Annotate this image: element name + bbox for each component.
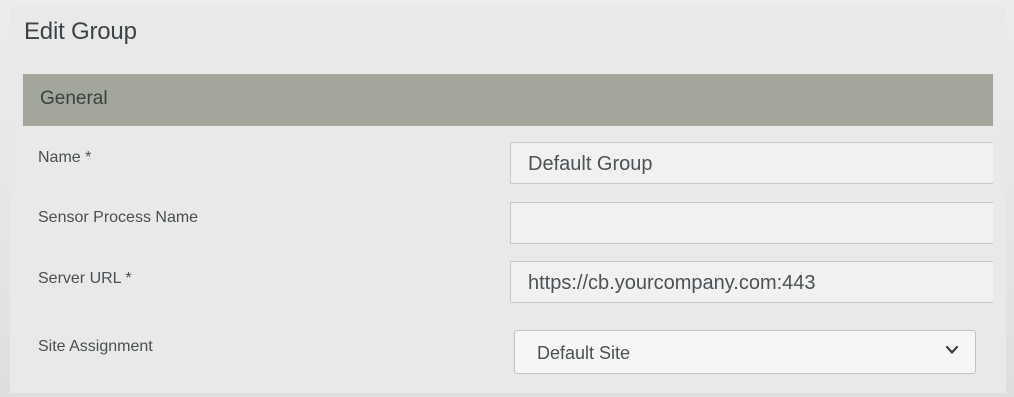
name-field[interactable]: Default Group — [510, 142, 993, 184]
sensor-process-name-field[interactable] — [510, 202, 993, 244]
server-url-label: Server URL * — [38, 270, 132, 287]
section-header-general[interactable]: General — [23, 74, 993, 126]
site-assignment-label: Site Assignment — [38, 338, 153, 355]
name-label: Name * — [38, 149, 92, 166]
section-title: General — [40, 88, 108, 109]
server-url-field[interactable]: https://cb.yourcompany.com:443 — [510, 261, 993, 303]
site-assignment-select[interactable]: Default Site — [514, 330, 976, 374]
page-title: Edit Group — [24, 18, 137, 45]
screen: Edit Group General Name * Default Group … — [0, 0, 1014, 397]
server-url-value: https://cb.yourcompany.com:443 — [528, 272, 816, 294]
chevron-down-icon — [945, 345, 959, 354]
name-value: Default Group — [528, 153, 653, 175]
sensor-process-name-label: Sensor Process Name — [38, 209, 199, 226]
site-assignment-value: Default Site — [537, 343, 631, 363]
